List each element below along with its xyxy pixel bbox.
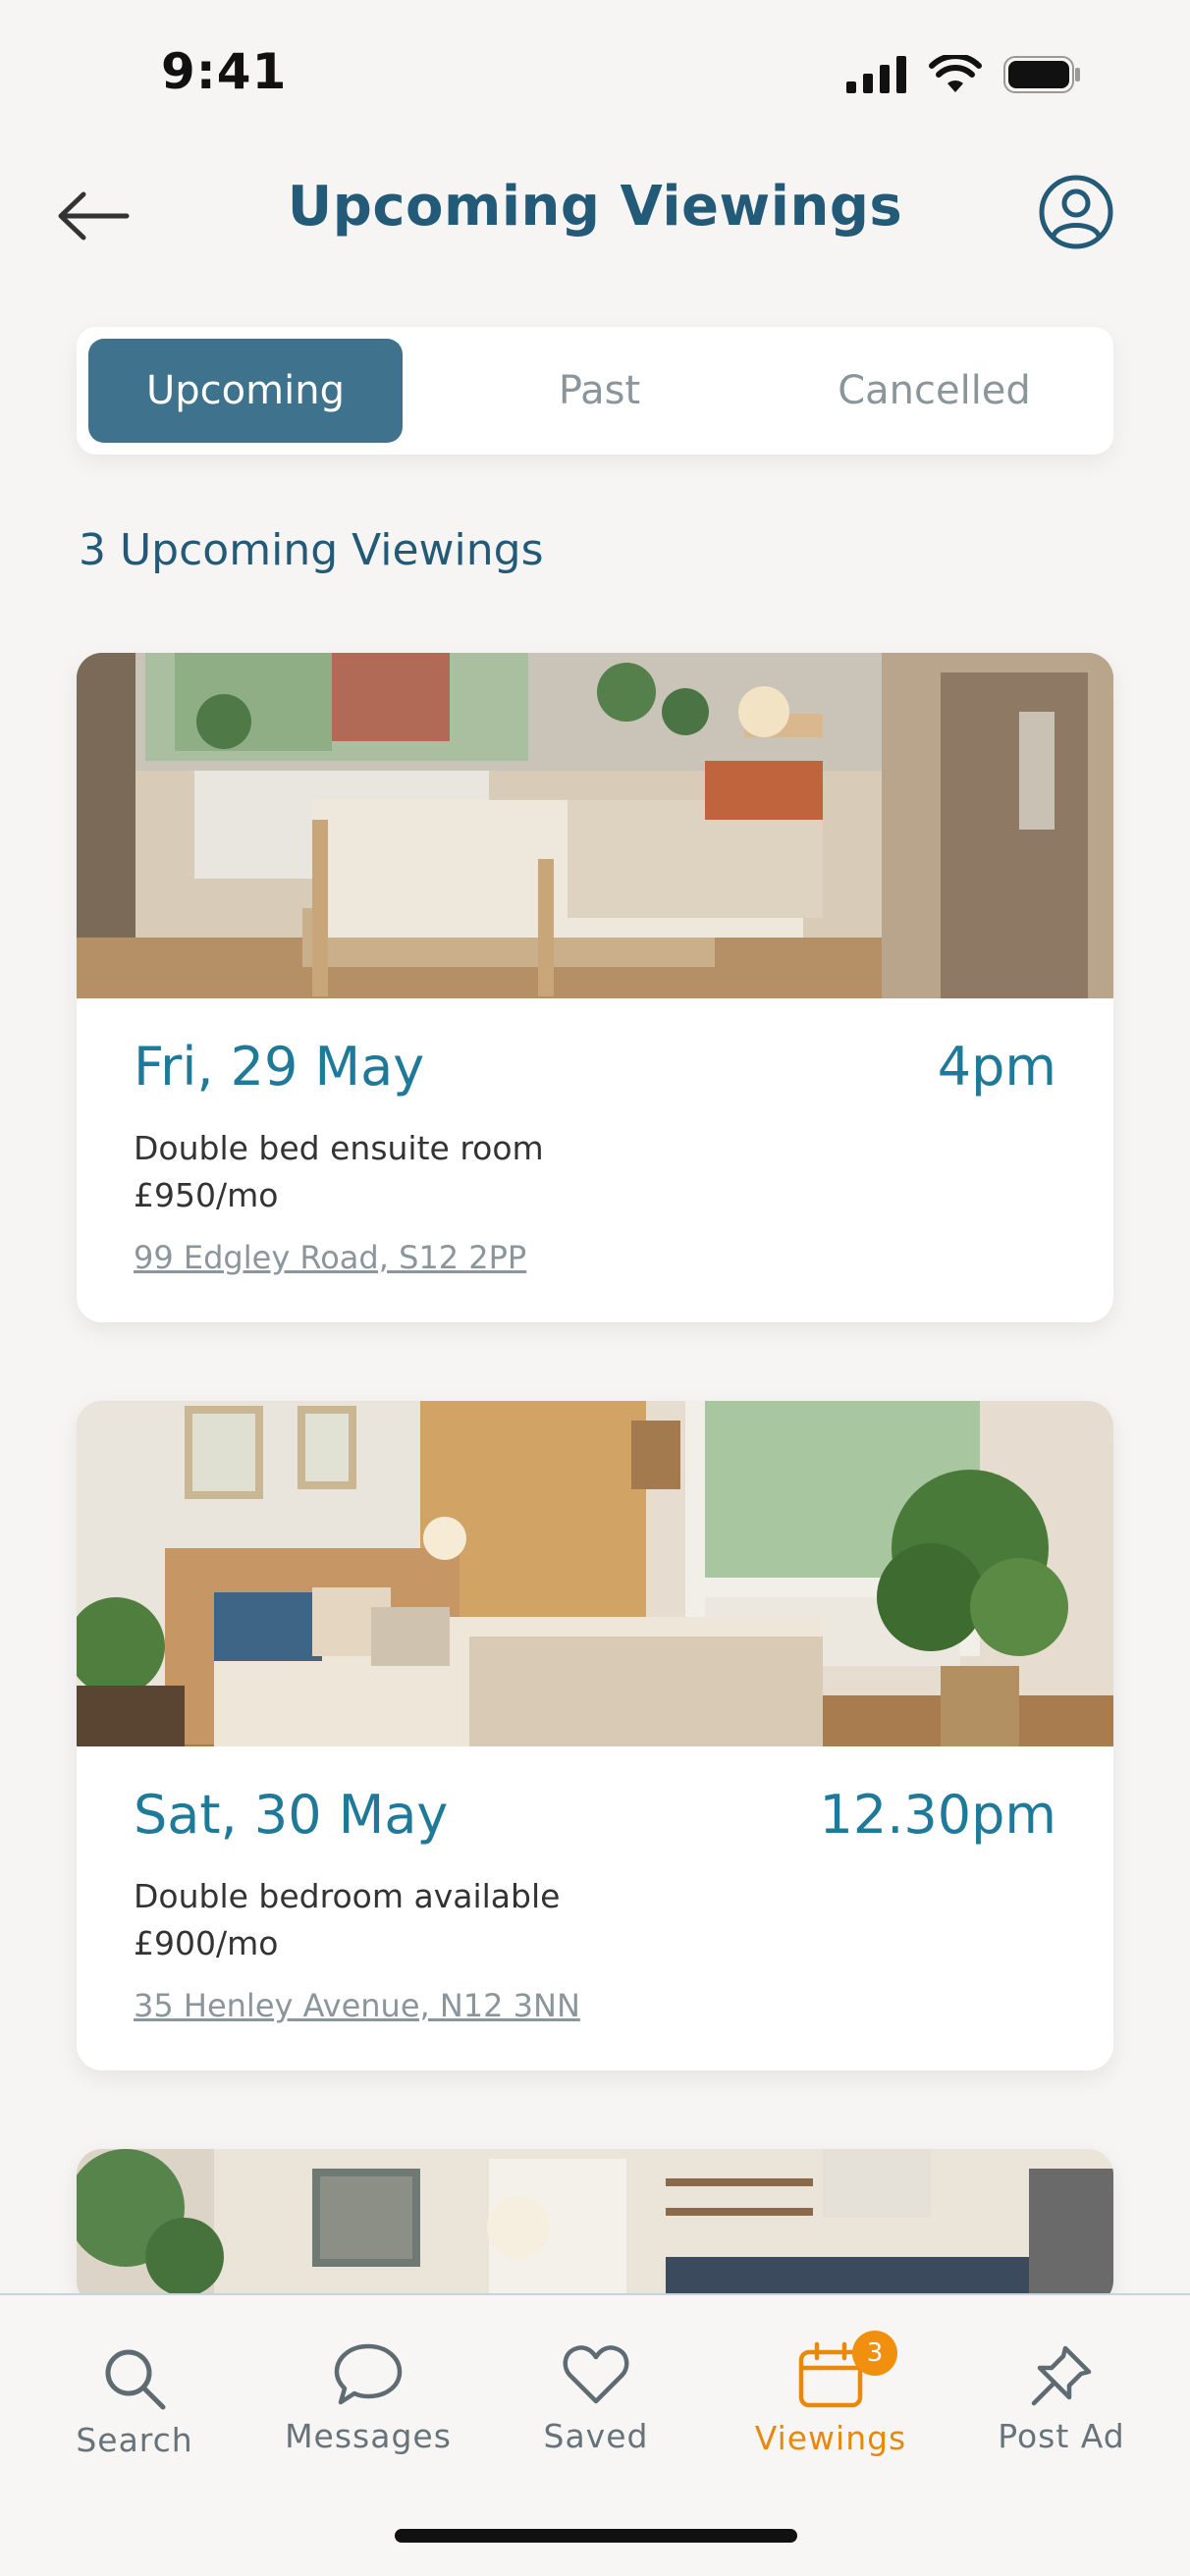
status-icons [846,55,1082,94]
notification-badge: 3 [852,2331,897,2376]
profile-button[interactable] [1037,173,1115,251]
listing-address-link[interactable]: 99 Edgley Road, S12 2PP [134,1239,1056,1276]
status-time: 9:41 [161,43,288,100]
listing-info: Double bed ensuite room £950/mo [134,1125,1056,1219]
listing-title: Double bedroom available [134,1877,561,1915]
viewing-card[interactable]: Fri, 29 May 4pm Double bed ensuite room … [77,653,1113,1322]
listing-title: Double bed ensuite room [134,1129,544,1167]
viewing-time: 12.30pm [819,1784,1056,1846]
tab-cancelled[interactable]: Cancelled [767,339,1102,443]
pin-icon [1031,2345,1092,2406]
viewing-card[interactable]: Sat, 30 May 12.30pm Double bedroom avail… [77,1401,1113,2070]
nav-label: Viewings [754,2419,907,2457]
nav-label: Post Ad [998,2417,1125,2455]
tab-past[interactable]: Past [432,339,767,443]
listing-info: Double bedroom available £900/mo [134,1873,1056,1967]
nav-saved[interactable]: Saved [498,2340,694,2455]
heart-icon [563,2345,629,2404]
nav-viewings[interactable]: 3 Viewings [732,2331,929,2457]
nav-label: Search [76,2421,193,2459]
header: Upcoming Viewings [0,147,1190,275]
home-indicator [395,2529,797,2543]
viewing-tabs: Upcoming Past Cancelled [77,327,1113,455]
viewing-details: Fri, 29 May 4pm Double bed ensuite room … [77,998,1113,1322]
viewing-time: 4pm [937,1036,1056,1098]
nav-label: Messages [285,2417,452,2455]
message-icon [334,2343,403,2405]
viewing-date: Fri, 29 May [134,1036,425,1098]
nav-label: Saved [543,2417,649,2455]
status-bar: 9:41 [0,0,1190,137]
listing-price: £900/mo [134,1924,279,1962]
viewing-card[interactable] [77,2149,1113,2306]
user-icon [1039,175,1113,249]
nav-search[interactable]: Search [36,2344,233,2459]
wifi-icon [929,55,982,92]
listing-address-link[interactable]: 35 Henley Avenue, N12 3NN [134,1987,1056,2024]
viewing-details: Sat, 30 May 12.30pm Double bedroom avail… [77,1746,1113,2070]
listing-price: £950/mo [134,1176,279,1214]
page-title: Upcoming Viewings [287,175,903,239]
bedroom-photo [77,1401,1113,1746]
nav-post-ad[interactable]: Post Ad [963,2340,1160,2455]
nav-messages[interactable]: Messages [270,2340,466,2455]
battery-icon [1003,56,1080,93]
viewings-count: 3 Upcoming Viewings [79,525,544,575]
search-icon [105,2349,166,2410]
living-room-photo [77,2149,1113,2306]
bedroom-photo [77,653,1113,998]
tab-upcoming[interactable]: Upcoming [88,339,403,443]
signal-icon [846,56,906,93]
